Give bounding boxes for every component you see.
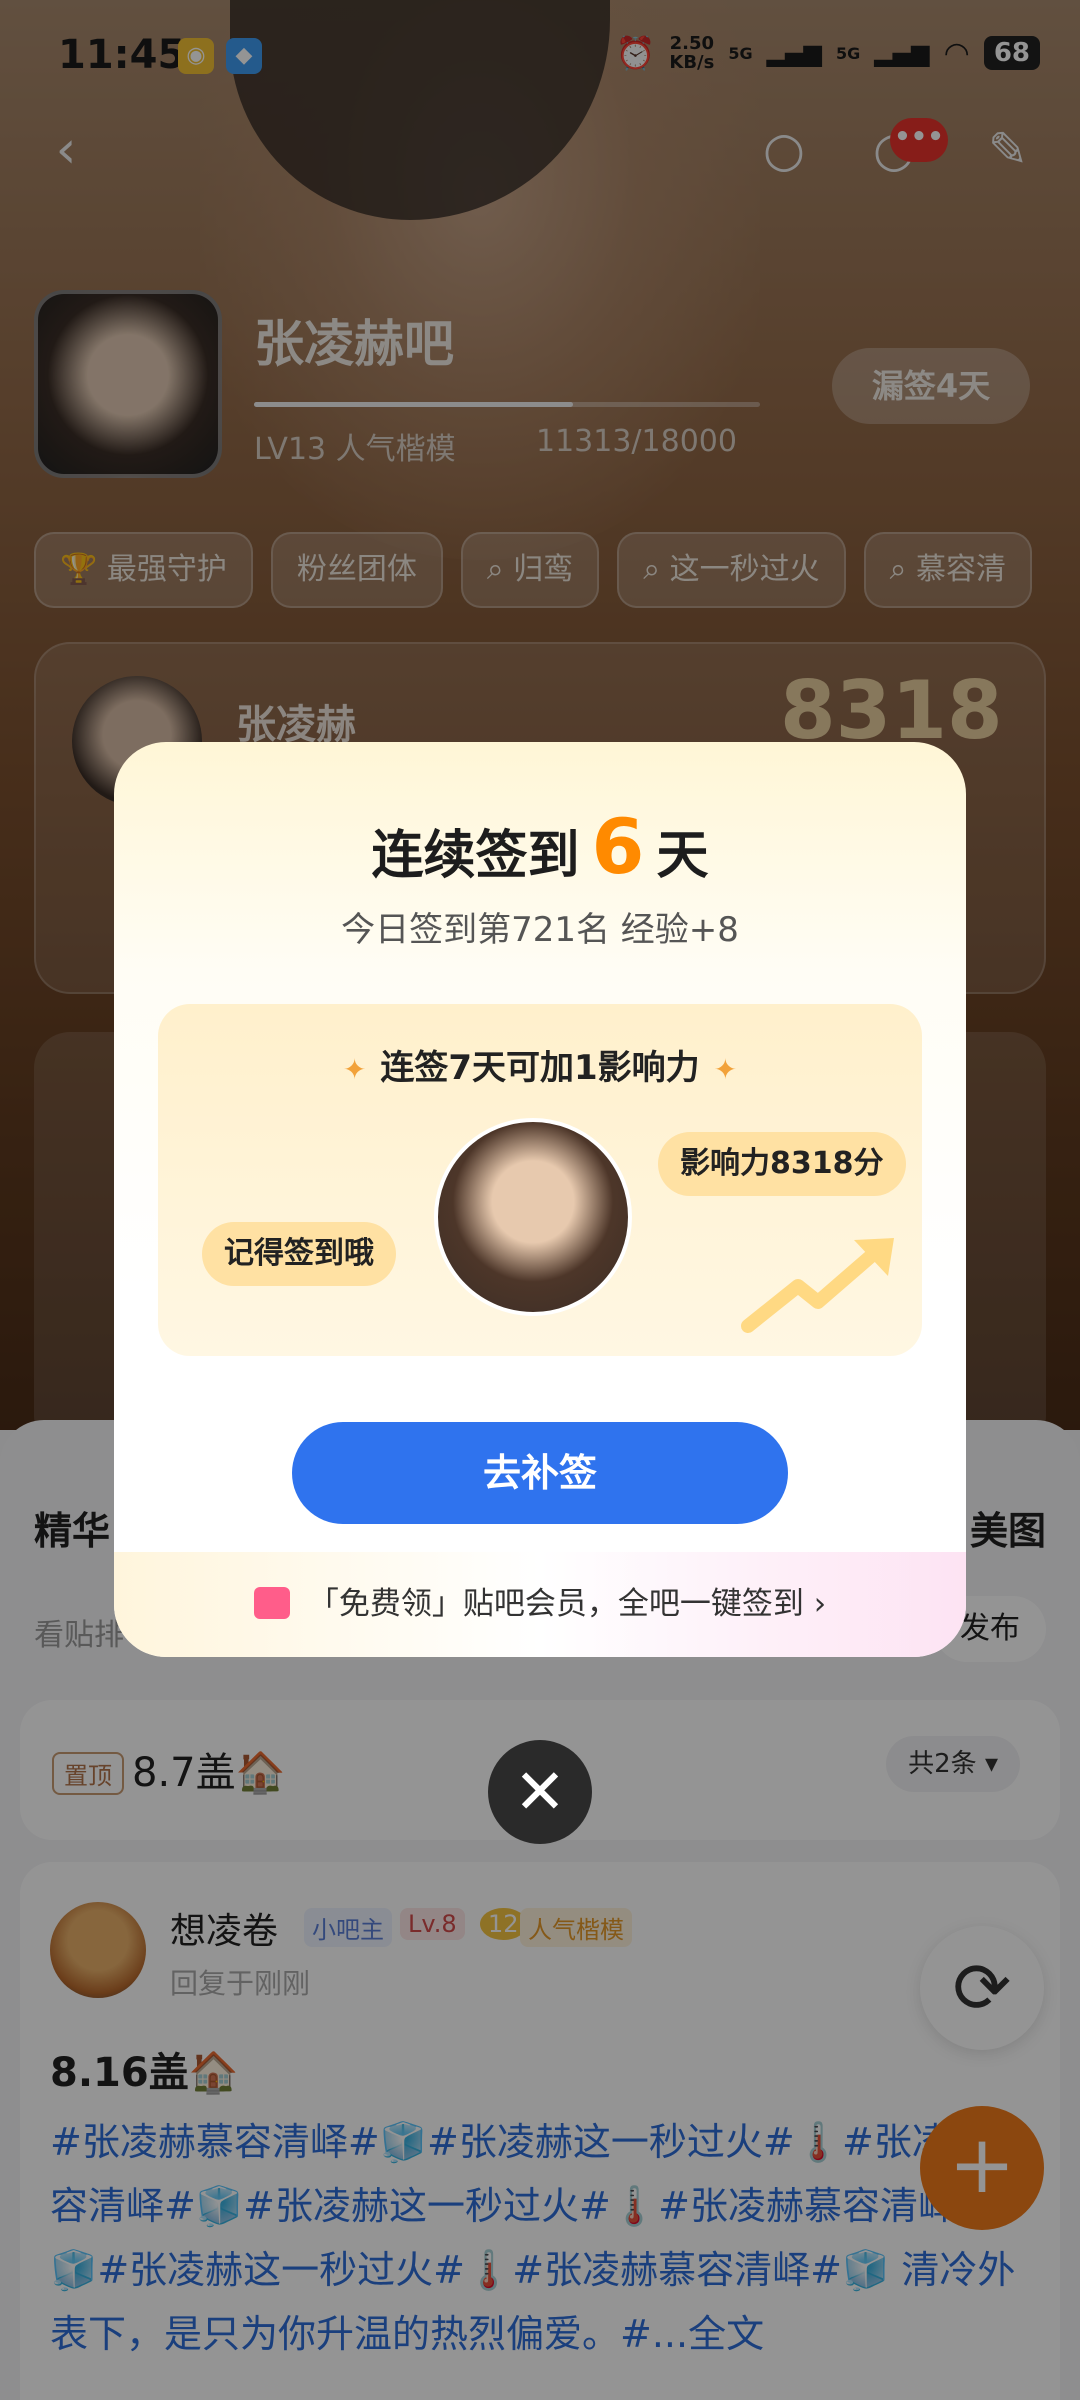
makeup-sign-button[interactable]: 去补签 — [292, 1422, 788, 1524]
streak-days: 6 — [591, 802, 645, 891]
vip-promo-text: 「免费领」贴吧会员，全吧一键签到 › — [307, 1586, 827, 1622]
modal-title-after: 天 — [656, 826, 709, 886]
modal-title: 连续签到 6 天 — [114, 802, 966, 891]
reward-box: ✦ 连签7天可加1影响力 ✦ 影响力8318分 记得签到哦 — [158, 1004, 922, 1356]
sparkle-icon: ✦ — [713, 1053, 738, 1086]
reminder-bubble: 记得签到哦 — [202, 1222, 396, 1286]
trend-arrow-icon — [741, 1238, 894, 1333]
modal-subtitle: 今日签到第721名 经验+8 — [341, 910, 739, 950]
modal-title-before: 连续签到 — [371, 826, 580, 886]
influence-bubble: 影响力8318分 — [658, 1132, 906, 1196]
gift-icon — [253, 1586, 290, 1619]
star-avatar — [434, 1118, 632, 1316]
sign-in-modal: 连续签到 6 天 今日签到第721名 经验+8 ✦ 连签7天可加1影响力 ✦ 影响力83… — [114, 742, 966, 1657]
sparkle-icon: ✦ — [342, 1053, 367, 1086]
reward-title-text: 连签7天可加1影响力 — [380, 1048, 700, 1088]
close-icon[interactable]: ✕ — [488, 1740, 592, 1844]
reward-title: ✦ 连签7天可加1影响力 ✦ — [158, 1040, 922, 1089]
vip-promo[interactable]: 「免费领」贴吧会员，全吧一键签到 › — [114, 1552, 966, 1657]
